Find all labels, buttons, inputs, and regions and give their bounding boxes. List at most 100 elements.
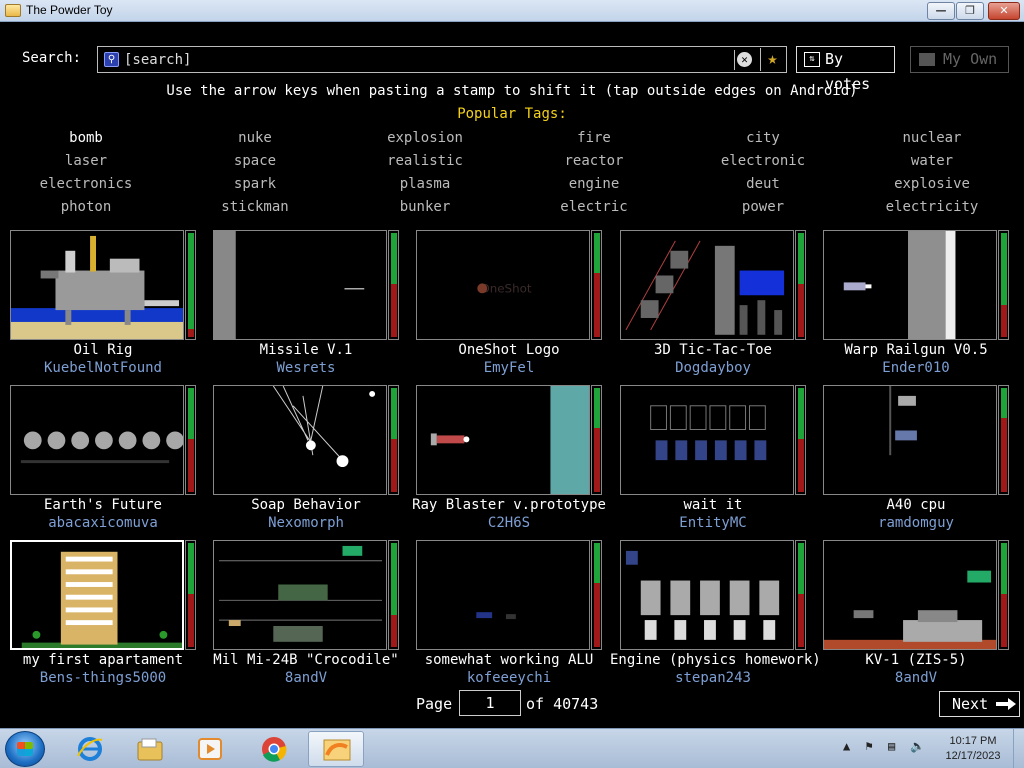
page-number-input[interactable] [459, 690, 521, 716]
clear-search-button[interactable]: ✕ [734, 50, 754, 70]
save-card[interactable]: my first apartament Bens-things5000 [10, 540, 196, 690]
save-title: OneShot Logo [458, 342, 560, 358]
show-hidden-icons-icon[interactable]: ▲ [843, 739, 850, 753]
save-author-link[interactable]: Nexomorph [203, 515, 409, 531]
volume-muted-icon[interactable]: 🔈 [910, 739, 925, 753]
save-author-link[interactable]: abacaxicomuva [0, 515, 206, 531]
media-player-taskbar-icon[interactable] [182, 731, 238, 767]
save-thumbnail[interactable] [416, 540, 590, 650]
minimize-button[interactable]: — [927, 2, 955, 20]
save-title: Oil Rig [73, 342, 133, 358]
tag-link[interactable]: fire [514, 130, 674, 146]
tag-link[interactable]: realistic [345, 153, 505, 169]
tag-link[interactable]: deut [683, 176, 843, 192]
tag-link[interactable]: nuke [175, 130, 335, 146]
save-card[interactable]: Missile V.1 Wesrets [213, 230, 399, 380]
start-button[interactable] [5, 731, 45, 767]
save-author-link[interactable]: C2H6S [406, 515, 612, 531]
save-thumbnail[interactable] [620, 540, 794, 650]
tag-link[interactable]: space [175, 153, 335, 169]
downvote-fill [188, 439, 194, 492]
save-card[interactable]: Mil Mi-24B "Crocodile" 8andV [213, 540, 399, 690]
save-card[interactable]: A40 cpu ramdomguy [823, 385, 1009, 535]
upvote-fill [594, 233, 600, 275]
tag-link[interactable]: bunker [345, 199, 505, 215]
sort-by-votes-button[interactable]: ⇅ By votes [796, 46, 895, 93]
tag-link[interactable]: photon [6, 199, 166, 215]
show-desktop-button[interactable] [1013, 729, 1024, 768]
tag-link[interactable]: stickman [175, 199, 335, 215]
tag-link[interactable]: explosion [345, 130, 505, 146]
save-thumbnail[interactable] [823, 540, 997, 650]
downvote-fill [1001, 418, 1007, 492]
vote-bar [795, 540, 806, 650]
save-thumbnail[interactable] [10, 540, 184, 650]
save-thumbnail[interactable] [213, 230, 387, 340]
powder-toy-app-icon [5, 4, 21, 17]
save-author-link[interactable]: 8andV [203, 670, 409, 686]
tag-link[interactable]: electronics [6, 176, 166, 192]
save-card[interactable]: 3D Tic-Tac-Toe Dogdayboy [620, 230, 806, 380]
save-card[interactable]: Earth's Future abacaxicomuva [10, 385, 196, 535]
save-author-link[interactable]: kofeeeychi [406, 670, 612, 686]
save-author-link[interactable]: EntityMC [610, 515, 816, 531]
tag-link[interactable]: city [683, 130, 843, 146]
save-thumbnail[interactable] [823, 230, 997, 340]
tag-link[interactable]: reactor [514, 153, 674, 169]
save-thumbnail[interactable] [213, 385, 387, 495]
save-author-link[interactable]: Ender010 [813, 360, 1019, 376]
tag-link[interactable]: spark [175, 176, 335, 192]
tag-link[interactable]: laser [6, 153, 166, 169]
save-thumbnail[interactable] [10, 230, 184, 340]
save-author-link[interactable]: Bens-things5000 [0, 670, 206, 686]
save-thumbnail[interactable] [213, 540, 387, 650]
save-thumbnail[interactable] [620, 385, 794, 495]
search-input[interactable] [124, 51, 724, 69]
search-box[interactable]: ⚲ ✕ ★ [97, 46, 787, 73]
save-card[interactable]: Ray Blaster v.prototype C2H6S [412, 385, 606, 535]
tag-link[interactable]: bomb [6, 130, 166, 146]
save-author-link[interactable]: Wesrets [203, 360, 409, 376]
favorite-star-button[interactable]: ★ [760, 48, 784, 71]
save-card[interactable]: Engine (physics homework) stepan243 [610, 540, 821, 690]
save-thumbnail[interactable] [620, 230, 794, 340]
close-button[interactable]: ✕ [988, 2, 1020, 20]
save-card[interactable]: somewhat working ALU kofeeeychi [416, 540, 602, 690]
tag-link[interactable]: electronic [683, 153, 843, 169]
network-icon[interactable]: ▤ [888, 739, 895, 753]
save-thumbnail[interactable] [10, 385, 184, 495]
save-author-link[interactable]: KuebelNotFound [0, 360, 206, 376]
save-card[interactable]: OneShot OneShot Logo EmyFel [416, 230, 602, 380]
my-own-button[interactable]: My Own [910, 46, 1009, 73]
internet-explorer-taskbar-icon[interactable] [62, 731, 118, 767]
save-author-link[interactable]: Dogdayboy [610, 360, 816, 376]
tag-link[interactable]: water [852, 153, 1012, 169]
tag-link[interactable]: engine [514, 176, 674, 192]
save-author-link[interactable]: EmyFel [406, 360, 612, 376]
save-card[interactable]: Oil Rig KuebelNotFound [10, 230, 196, 380]
tag-link[interactable]: explosive [852, 176, 1012, 192]
tag-link[interactable]: electric [514, 199, 674, 215]
tag-link[interactable]: electricity [852, 199, 1012, 215]
maximize-button[interactable]: ❐ [956, 2, 984, 20]
powder-toy-taskbar-icon[interactable] [308, 731, 364, 767]
save-thumbnail[interactable] [416, 385, 590, 495]
tag-link[interactable]: nuclear [852, 130, 1012, 146]
tag-link[interactable]: plasma [345, 176, 505, 192]
save-thumbnail[interactable]: OneShot [416, 230, 590, 340]
file-explorer-taskbar-icon[interactable] [122, 731, 178, 767]
action-center-icon[interactable]: ⚑ [865, 739, 872, 753]
save-card[interactable]: wait it EntityMC [620, 385, 806, 535]
tag-link[interactable]: power [683, 199, 843, 215]
save-author-link[interactable]: 8andV [813, 670, 1019, 686]
taskbar-clock[interactable]: 10:17 PM 12/17/2023 [934, 734, 1012, 764]
popular-tags-title: Popular Tags: [457, 106, 567, 122]
chrome-taskbar-icon[interactable] [246, 731, 302, 767]
save-card[interactable]: Soap Behavior Nexomorph [213, 385, 399, 535]
next-page-button[interactable]: Next [939, 691, 1020, 717]
save-author-link[interactable]: stepan243 [610, 670, 816, 686]
save-card[interactable]: Warp Railgun V0.5 Ender010 [823, 230, 1009, 380]
save-card[interactable]: KV-1 (ZIS-5) 8andV [823, 540, 1009, 690]
save-author-link[interactable]: ramdomguy [813, 515, 1019, 531]
save-thumbnail[interactable] [823, 385, 997, 495]
